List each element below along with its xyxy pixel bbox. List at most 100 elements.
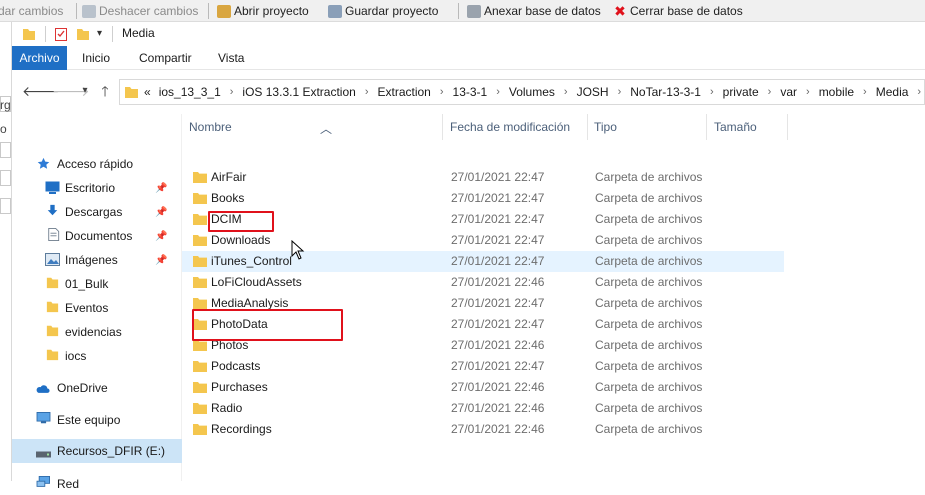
breadcrumb-chevron-icon[interactable]: › [433,80,451,104]
breadcrumb-item[interactable]: NoTar-13-3-1 [628,80,703,104]
column-divider[interactable] [787,114,788,140]
breadcrumb-chevron-icon[interactable]: › [761,80,779,104]
tab-view[interactable]: Vista [208,46,254,70]
breadcrumb-chevron-icon[interactable]: › [358,80,376,104]
column-header-size[interactable]: Tamaño [714,120,757,134]
sidebar-item-eventos[interactable]: Eventos [12,297,182,319]
new-folder-icon[interactable] [76,26,90,42]
background-field[interactable] [0,170,11,186]
breadcrumb-item-current[interactable]: Media [874,80,911,104]
address-bar[interactable]: « ios_13_3_1 › iOS 13.3.1 Extraction › E… [119,79,925,105]
file-date: 27/01/2021 22:46 [451,338,545,352]
sidebar-item-label: evidencias [65,325,122,339]
breadcrumb-item[interactable]: var [778,80,799,104]
breadcrumb-chevron-icon[interactable]: › [223,80,241,104]
sidebar-item-label: 01_Bulk [65,277,109,291]
breadcrumb-item[interactable]: 13-3-1 [451,80,490,104]
forward-button[interactable]: 🡒 [52,82,90,100]
file-name: MediaAnalysis [211,296,289,310]
breadcrumb-chevron-icon[interactable]: › [557,80,575,104]
breadcrumb-chevron-icon[interactable]: › [489,80,507,104]
drive-icon [36,451,51,458]
background-field[interactable] [0,198,11,214]
folder-icon [46,325,59,337]
column-header-name[interactable]: Nombre [189,120,232,134]
highlight-box-dcim [208,211,274,232]
sort-ascending-icon: ︿ [320,122,333,136]
folder-icon [193,235,207,246]
tab-home[interactable]: Inicio [72,46,120,70]
sidebar-item-descargas[interactable]: Descargas 📌 [12,201,182,223]
file-row[interactable]: Downloads 27/01/2021 22:47 Carpeta de ar… [182,230,784,251]
toolbar-separator [458,3,459,19]
close-database-button[interactable]: ✖ Cerrar base de datos [613,3,743,19]
toolbar-item-partial[interactable]: dar cambios [0,3,63,19]
background-text-fragment: o [0,122,7,136]
tab-file[interactable]: Archivo [12,46,67,70]
save-project-button[interactable]: Guardar proyecto [328,3,438,19]
file-row[interactable]: Recordings 27/01/2021 22:46 Carpeta de a… [182,419,784,440]
file-type: Carpeta de archivos [595,191,703,205]
breadcrumb-chevron-icon[interactable]: › [703,80,721,104]
sidebar-item-01-bulk[interactable]: 01_Bulk [12,273,182,295]
tab-share[interactable]: Compartir [129,46,202,70]
breadcrumb-chevron-icon[interactable]: › [856,80,874,104]
breadcrumb-item[interactable]: ios_13_3_1 [157,80,223,104]
customize-toolbar-icon[interactable]: ▾ [97,26,102,42]
breadcrumb-item[interactable]: private [721,80,761,104]
column-divider[interactable] [442,114,443,140]
sidebar-item-iocs[interactable]: iocs [12,345,182,367]
pin-icon[interactable]: 📌 [155,231,167,242]
file-row[interactable]: LoFiCloudAssets 27/01/2021 22:46 Carpeta… [182,272,784,293]
file-row[interactable]: Radio 27/01/2021 22:46 Carpeta de archiv… [182,398,784,419]
file-row[interactable]: Books 27/01/2021 22:47 Carpeta de archiv… [182,188,784,209]
back-button[interactable]: 🡐 [22,82,60,100]
breadcrumb-item[interactable]: Volumes [507,80,557,104]
folder-icon [193,298,207,309]
pin-icon[interactable]: 📌 [155,207,167,218]
undo-icon [82,4,96,18]
breadcrumb-item[interactable]: iOS 13.3.1 Extraction [240,80,357,104]
sidebar-item-network[interactable]: Red [12,473,182,495]
sidebar-item-this-pc[interactable]: Este equipo [12,409,182,431]
sidebar-item-documentos[interactable]: Documentos 📌 [12,225,182,247]
file-row[interactable]: iTunes_Control 27/01/2021 22:47 Carpeta … [182,251,784,272]
file-date: 27/01/2021 22:46 [451,275,545,289]
open-project-button[interactable]: Abrir proyecto [217,3,309,19]
title-bar: ▾ Media [12,22,925,46]
file-row[interactable]: AirFair 27/01/2021 22:47 Carpeta de arch… [182,167,784,188]
breadcrumb-chevron-icon[interactable]: › [799,80,817,104]
properties-icon[interactable] [54,26,68,42]
pin-icon[interactable]: 📌 [155,255,167,266]
column-divider[interactable] [706,114,707,140]
file-name: Purchases [211,380,268,394]
sidebar-item-evidencias[interactable]: evidencias [12,321,182,343]
breadcrumb-chevron-icon[interactable]: › [910,80,924,104]
file-date: 27/01/2021 22:46 [451,422,545,436]
breadcrumb-overflow[interactable]: « [144,80,157,104]
column-header-type[interactable]: Tipo [594,120,617,134]
file-row[interactable]: Podcasts 27/01/2021 22:47 Carpeta de arc… [182,356,784,377]
background-field[interactable] [0,142,11,158]
sidebar-item-drive-e[interactable]: Recursos_DFIR (E:) [12,439,182,463]
recent-locations-dropdown[interactable]: ▾ [76,82,94,100]
sidebar-item-escritorio[interactable]: Escritorio 📌 [12,177,182,199]
desktop-icon [45,181,60,194]
column-header-date[interactable]: Fecha de modificación [450,120,570,134]
sidebar-item-quick-access[interactable]: Acceso rápido [12,153,182,175]
star-icon [37,157,50,169]
breadcrumb-chevron-icon[interactable]: › [611,80,629,104]
mouse-cursor-icon [291,240,305,260]
breadcrumb-item[interactable]: Extraction [375,80,432,104]
breadcrumb-item[interactable]: JOSH [575,80,611,104]
breadcrumb-item[interactable]: mobile [817,80,856,104]
pin-icon[interactable]: 📌 [155,183,167,194]
sidebar-item-imagenes[interactable]: Imágenes 📌 [12,249,182,271]
undo-changes-button[interactable]: Deshacer cambios [82,3,198,19]
sidebar-item-onedrive[interactable]: OneDrive [12,377,182,399]
up-button[interactable]: 🡑 [96,82,114,100]
sidebar-item-label: OneDrive [57,381,108,395]
attach-database-button[interactable]: Anexar base de datos [467,3,601,19]
file-row[interactable]: Purchases 27/01/2021 22:46 Carpeta de ar… [182,377,784,398]
column-divider[interactable] [587,114,588,140]
